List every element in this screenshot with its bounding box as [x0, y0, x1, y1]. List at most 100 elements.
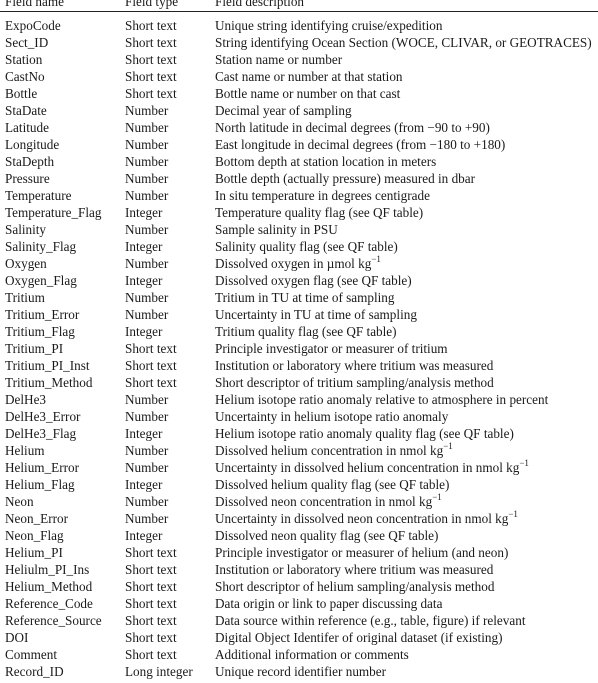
field-name-cell: StaDepth: [5, 154, 55, 169]
field-description-cell: Principle investigator or measurer of tr…: [215, 340, 448, 357]
field-type-cell: Number: [125, 460, 169, 475]
table-row: Salinity Number Sample salinity in PSU: [0, 221, 598, 238]
table-row: Comment Short text Additional information …: [0, 646, 598, 663]
table-row: Helium Number Dissolved helium concentrati…: [0, 441, 598, 459]
field-description-cell: East longitude in decimal degrees (from …: [215, 136, 505, 153]
table-row: Reference_Source Short text Data source wi…: [0, 612, 598, 629]
table-row: Reference_Code Short text Data origin or l…: [0, 595, 598, 612]
field-name-cell: Comment: [5, 647, 58, 662]
table-row: Oxygen Number Dissolved oxygen in µmol kg−…: [0, 253, 598, 272]
field-description-cell: Data source within reference (e.g., tabl…: [215, 612, 525, 629]
table-row: Heliulm_PI_Ins Short text Institution or l…: [0, 561, 598, 578]
table-row: Helium_PI Short text Principle investigato…: [0, 544, 598, 561]
table-row: Temperature Number In situ temperature in …: [0, 187, 598, 204]
field-name-cell: Bottle: [5, 86, 38, 101]
field-description-text: Data origin or link to paper discussing …: [215, 596, 443, 611]
table-row: DelHe3 Number Helium isotope ratio anomaly…: [0, 391, 598, 408]
field-type-cell: Short text: [125, 545, 177, 560]
field-type-cell: Short text: [125, 35, 177, 50]
field-name-cell: Tritium: [5, 290, 45, 305]
field-description-text: Dissolved oxygen flag (see QF table): [215, 273, 412, 288]
field-type-cell: Integer: [125, 273, 163, 288]
field-description-text: Station name or number: [215, 52, 343, 67]
field-description-cell: Sample salinity in PSU: [215, 221, 338, 238]
field-type-cell: Number: [125, 137, 169, 152]
field-name-cell: DelHe3: [5, 392, 47, 407]
field-type-cell: Number: [125, 154, 169, 169]
table-row: Oxygen_Flag Integer Dissolved oxygen flag …: [0, 272, 598, 289]
field-type-cell: Integer: [125, 205, 163, 220]
table-row: Helium_Method Short text Short descriptor …: [0, 578, 598, 595]
field-type-cell: Short text: [125, 596, 177, 611]
field-name-cell: Oxygen: [5, 256, 47, 271]
table-row: ExpoCode Short text Unique string identify…: [0, 17, 598, 34]
field-type-cell: Short text: [125, 358, 177, 373]
field-name-cell: Oxygen_Flag: [5, 273, 77, 288]
field-description-text: Unique string identifying cruise/expedit…: [215, 18, 443, 33]
field-description-text: Bottom depth at station location in mete…: [215, 154, 437, 169]
table-row: DelHe3_Error Number Uncertainty in helium …: [0, 408, 598, 425]
field-description-cell: Bottle name or number on that cast: [215, 85, 400, 102]
field-type-cell: Short text: [125, 69, 177, 84]
field-description-cell: Short descriptor of helium sampling/anal…: [215, 578, 494, 595]
field-type-cell: Short text: [125, 630, 177, 645]
unit-exponent: −1: [371, 253, 381, 264]
field-description-text: Institution or laboratory where tritium …: [215, 562, 494, 577]
field-name-cell: Reference_Code: [5, 596, 93, 611]
field-name-cell: Record_ID: [5, 664, 64, 679]
field-description-cell: Additional information or comments: [215, 646, 409, 663]
field-description-text: Data source within reference (e.g., tabl…: [215, 613, 526, 628]
table-row: StaDepth Number Bottom depth at station lo…: [0, 153, 598, 170]
field-description-cell: Helium isotope ratio anomaly quality fla…: [215, 425, 514, 442]
field-description-cell: Helium isotope ratio anomaly relative to…: [215, 391, 548, 408]
table-row: Tritium_Error Number Uncertainty in TU at …: [0, 306, 598, 323]
field-description-text: Helium isotope ratio anomaly relative to…: [215, 392, 549, 407]
field-description-text: Salinity quality flag (see QF table): [215, 239, 398, 254]
field-name-cell: Tritium_Error: [5, 307, 80, 322]
field-description-cell: Institution or laboratory where tritium …: [215, 357, 493, 374]
field-description-text: Digital Object Identifer of original dat…: [215, 630, 503, 645]
table-row: Temperature_Flag Integer Temperature quali…: [0, 204, 598, 221]
header-rule: [0, 11, 598, 12]
field-description-text: Dissolved helium concentration in nmol k…: [215, 443, 444, 458]
field-definition-table: Field name Field type Field description …: [0, 0, 598, 680]
field-description-text: String identifying Ocean Section (WOCE, …: [215, 35, 592, 50]
table-row: Tritium_Method Short text Short descriptor…: [0, 374, 598, 391]
field-description-text: Tritium in TU at time of sampling: [215, 290, 395, 305]
field-description-text: Short descriptor of tritium sampling/ana…: [215, 375, 494, 390]
field-name-cell: Tritium_Method: [5, 375, 93, 390]
field-name-cell: Heliulm_PI_Ins: [5, 562, 90, 577]
field-name-cell: Tritium_Flag: [5, 324, 75, 339]
table-row: Salinity_Flag Integer Salinity quality fla…: [0, 238, 598, 255]
field-description-text: Uncertainty in TU at time of sampling: [215, 307, 417, 322]
field-name-cell: Helium_PI: [5, 545, 63, 560]
field-description-cell: Dissolved helium quality flag (see QF ta…: [215, 476, 449, 493]
field-type-cell: Integer: [125, 239, 163, 254]
field-type-cell: Integer: [125, 324, 163, 339]
field-name-cell: Latitude: [5, 120, 49, 135]
table-row: Bottle Short text Bottle name or number on…: [0, 85, 598, 102]
field-description-cell: Dissolved helium concentration in nmol k…: [215, 441, 453, 459]
field-description-text: Sample salinity in PSU: [215, 222, 338, 237]
field-name-cell: Pressure: [5, 171, 50, 186]
field-description-cell: Institution or laboratory where tritium …: [215, 561, 493, 578]
table-row: Latitude Number North latitude in decimal …: [0, 119, 598, 136]
field-description-cell: Station name or number: [215, 51, 342, 68]
field-name-cell: Neon_Flag: [5, 528, 64, 543]
field-name-cell: CastNo: [5, 69, 45, 84]
field-type-cell: Number: [125, 120, 169, 135]
table-row: Record_ID Long integer Unique record ident…: [0, 663, 598, 680]
table-row: Helium_Flag Integer Dissolved helium quali…: [0, 476, 598, 493]
field-description-cell: Tritium in TU at time of sampling: [215, 289, 395, 306]
field-description-text: Uncertainty in dissolved neon concentrat…: [215, 511, 509, 526]
field-name-cell: Helium_Method: [5, 579, 93, 594]
field-name-cell: DOI: [5, 630, 29, 645]
field-type-cell: Short text: [125, 562, 177, 577]
field-type-cell: Number: [125, 511, 169, 526]
field-description-text: Principle investigator or measurer of tr…: [215, 341, 448, 356]
field-description-cell: In situ temperature in degrees centigrad…: [215, 187, 430, 204]
field-name-cell: StaDate: [5, 103, 47, 118]
field-type-cell: Number: [125, 256, 169, 271]
field-name-cell: Temperature: [5, 188, 72, 203]
field-description-cell: Dissolved oxygen in µmol kg−1: [215, 253, 381, 272]
